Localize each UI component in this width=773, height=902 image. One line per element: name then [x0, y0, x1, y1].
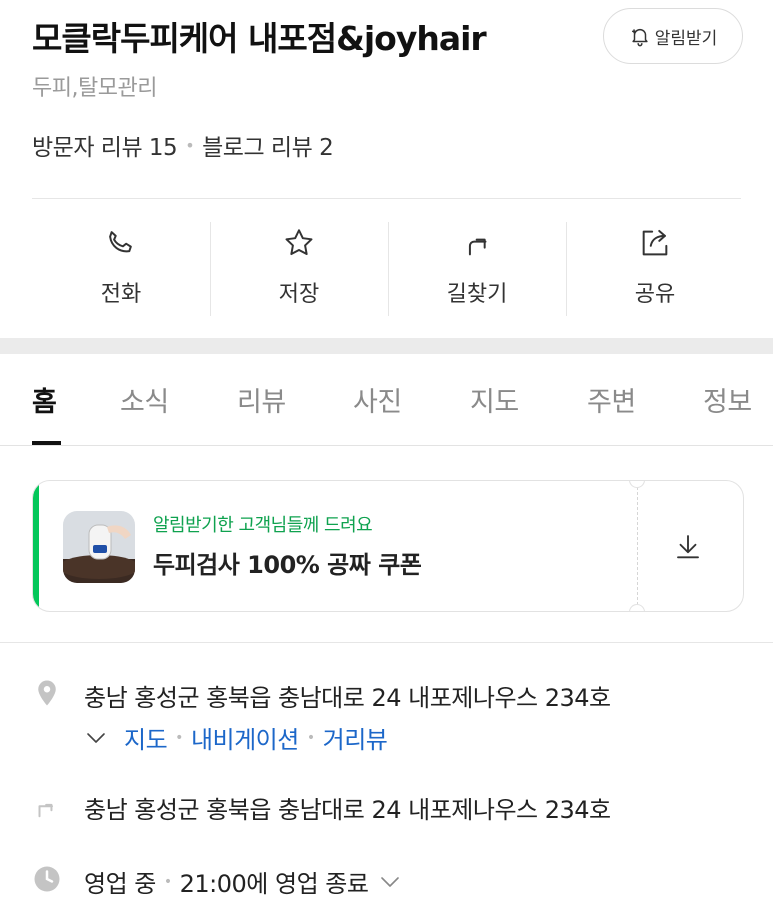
- open-status: 영업 중: [84, 870, 156, 898]
- divider: [32, 198, 741, 199]
- separator-dot: •: [163, 873, 172, 890]
- tab-info[interactable]: 정보: [703, 380, 752, 419]
- tab-nearby[interactable]: 주변: [587, 380, 636, 419]
- action-bar: 전화 저장 길찾기 공유: [32, 222, 744, 318]
- share-button[interactable]: 공유: [566, 222, 744, 318]
- tab-photos[interactable]: 사진: [353, 380, 402, 419]
- coupon-title: 두피검사 100% 공짜 쿠폰: [153, 551, 422, 579]
- tab-bar: 홈 소식 리뷰 사진 지도 주변 정보: [0, 354, 773, 446]
- separator-dot: •: [175, 729, 183, 746]
- hours-info[interactable]: 영업 중 • 21:00에 영업 종료: [84, 864, 402, 899]
- directions-label: 길찾기: [446, 282, 508, 307]
- save-label: 저장: [278, 282, 320, 307]
- tab-reviews[interactable]: 리뷰: [237, 380, 286, 419]
- separator-dot: •: [185, 135, 195, 155]
- address-text: 충남 홍성군 홍북읍 충남대로 24 내포제나우스 234호: [84, 684, 611, 712]
- hours-row: 영업 중 • 21:00에 영업 종료: [32, 864, 402, 899]
- save-button[interactable]: 저장: [210, 222, 388, 318]
- coupon-perforation: [637, 487, 638, 605]
- separator-dot: •: [306, 729, 315, 746]
- chevron-down-icon[interactable]: [378, 870, 402, 894]
- coupon-accent-bar: [33, 481, 39, 611]
- review-summary: 방문자 리뷰 15 • 블로그 리뷰 2: [32, 128, 334, 162]
- location-pin-icon: [38, 680, 56, 706]
- section-divider-band: [0, 338, 773, 354]
- share-label: 공유: [634, 282, 676, 307]
- download-icon[interactable]: [673, 531, 703, 561]
- tab-map[interactable]: 지도: [470, 380, 519, 419]
- place-header: 모클락두피케어 내포점&joyhair 알림받기 두피,탈모관리 방문자 리뷰 …: [0, 0, 773, 200]
- coupon-thumbnail: [63, 511, 135, 583]
- place-category: 두피,탈모관리: [32, 76, 157, 101]
- phone-icon: [109, 231, 132, 253]
- coupon-subtitle: 알림받기한 고객님들께 드려요: [153, 515, 373, 536]
- map-link[interactable]: 지도: [124, 720, 168, 755]
- directions-row: 충남 홍성군 홍북읍 충남대로 24 내포제나우스 234호: [32, 790, 611, 825]
- coupon-card[interactable]: 알림받기한 고객님들께 드려요 두피검사 100% 공짜 쿠폰: [32, 480, 744, 612]
- navigation-link[interactable]: 내비게이션: [191, 720, 299, 755]
- address-links: 지도 • 내비게이션 • 거리뷰: [84, 720, 388, 755]
- directions-address-text: 충남 홍성군 홍북읍 충남대로 24 내포제나우스 234호: [84, 796, 611, 824]
- place-title: 모클락두피케어 내포점&joyhair: [32, 19, 487, 58]
- directions-arrow-icon: [468, 238, 487, 256]
- coupon-notch: [629, 481, 645, 488]
- tab-home[interactable]: 홈: [32, 380, 57, 419]
- closing-time: 21:00에 영업 종료: [179, 870, 369, 898]
- share-icon: [642, 229, 668, 256]
- directions-button[interactable]: 길찾기: [388, 222, 566, 318]
- address-row: 충남 홍성군 홍북읍 충남대로 24 내포제나우스 234호: [32, 678, 611, 713]
- divider: [0, 642, 773, 643]
- bell-plus-icon: [631, 28, 648, 47]
- tab-news[interactable]: 소식: [120, 380, 169, 419]
- call-button[interactable]: 전화: [32, 222, 210, 318]
- coupon-notch: [629, 604, 645, 611]
- active-tab-indicator: [32, 441, 61, 445]
- star-icon: [285, 229, 313, 256]
- visitor-reviews-link[interactable]: 방문자 리뷰 15: [32, 128, 178, 162]
- notify-button[interactable]: 알림받기: [603, 8, 743, 64]
- notify-button-label: 알림받기: [654, 28, 718, 49]
- directions-turn-icon: [38, 803, 53, 818]
- clock-icon: [34, 866, 60, 892]
- blog-reviews-link[interactable]: 블로그 리뷰 2: [202, 128, 334, 162]
- scalp-device-image: [63, 511, 135, 583]
- street-view-link[interactable]: 거리뷰: [323, 720, 388, 755]
- chevron-down-icon[interactable]: [84, 726, 108, 750]
- call-label: 전화: [100, 282, 142, 307]
